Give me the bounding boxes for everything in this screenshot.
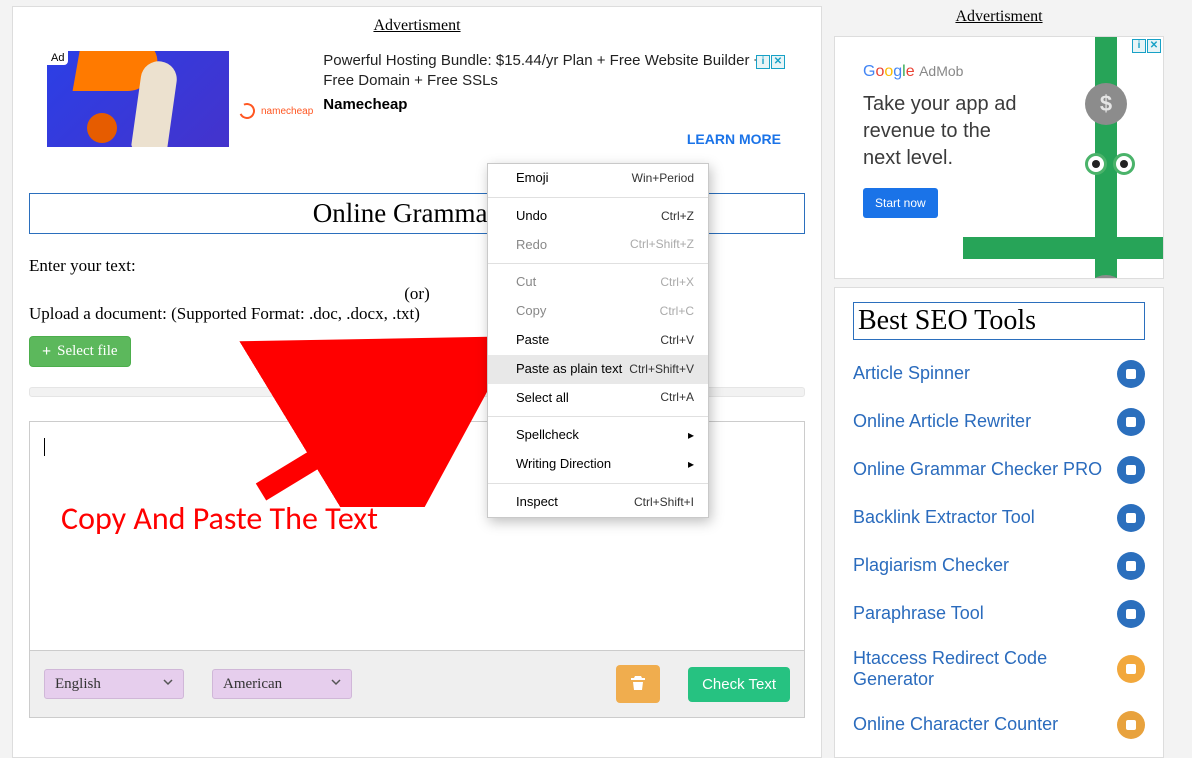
context-menu-item-shortcut: Ctrl+Shift+I [634,493,694,512]
ad-cta[interactable]: Start now [863,188,938,218]
ad-brand: namecheap [239,75,313,147]
context-menu-item-shortcut: Ctrl+Shift+V [629,360,694,379]
context-menu-item[interactable]: Spellcheck ▸ [488,421,708,450]
language-select[interactable]: English [44,669,184,699]
context-menu-separator [488,483,708,484]
trash-icon [630,677,646,694]
tool-link[interactable]: Online Article Rewriter [853,398,1145,446]
context-menu-item[interactable]: Writing Direction ▸ [488,450,708,479]
ad-label: Advertisment [29,17,805,35]
tool-icon [1117,600,1145,628]
tool-link-label: Htaccess Redirect Code Generator [853,648,1117,691]
tool-icon [1117,552,1145,580]
tools-list: Article Spinner Online Article Rewriter On… [853,350,1145,749]
chevron-right-icon: ▸ [688,455,694,474]
sidebar-ad[interactable]: i✕ $ $ Google AdMob Take your app ad rev… [834,36,1164,279]
ad-badge: Ad [47,51,68,65]
top-ad[interactable]: Ad namecheap i✕ Powerful Hosting Bundle:… [29,41,805,159]
plus-icon: + [42,344,51,360]
main-panel: Advertisment Ad namecheap i✕ Powerful Ho… [12,6,822,758]
tool-link-label: Article Spinner [853,363,970,385]
ad-advertiser: Namecheap [323,96,787,113]
tool-link[interactable]: Backlink Extractor Tool [853,494,1145,542]
tools-title: Best SEO Tools [853,302,1145,340]
context-menu-item: Cut Ctrl+X [488,268,708,297]
tool-link-label: Online Grammar Checker PRO [853,459,1102,481]
tool-icon [1117,408,1145,436]
tool-icon [1117,360,1145,388]
check-text-button[interactable]: Check Text [688,667,790,702]
context-menu-item-label: Inspect [516,492,558,513]
text-caret [44,438,45,456]
tool-link-label: Paraphrase Tool [853,603,984,625]
context-menu-item-label: Writing Direction [516,454,611,475]
context-menu-item-shortcut: Ctrl+Shift+Z [630,235,694,254]
ad-copy: Take your app ad revenue to the next lev… [863,91,1027,172]
context-menu-item: Redo Ctrl+Shift+Z [488,231,708,260]
context-menu-item-label: Emoji [516,168,549,189]
context-menu-item-shortcut: Ctrl+V [660,331,694,350]
ad-label: Advertisment [834,8,1164,26]
editor-footer: English American Check Text [29,651,805,718]
tool-link[interactable]: Plagiarism Checker [853,542,1145,590]
tool-link-label: Plagiarism Checker [853,555,1009,577]
context-menu-item-shortcut: Ctrl+C [660,302,694,321]
ad-cta[interactable]: LEARN MORE [687,131,781,147]
chevron-right-icon: ▸ [688,426,694,445]
adchoices-icon[interactable]: i✕ [756,55,785,69]
context-menu-item[interactable]: Paste as plain text Ctrl+Shift+V [488,355,708,384]
tool-icon [1117,456,1145,484]
context-menu[interactable]: Emoji Win+Period Undo Ctrl+Z Redo Ctrl+Shift+… [487,163,709,518]
tool-link[interactable]: Paraphrase Tool [853,590,1145,638]
google-admob-logo: Google AdMob [863,63,963,80]
context-menu-item-shortcut: Ctrl+X [660,273,694,292]
annotation-text: Copy And Paste The Text [61,499,378,538]
tool-link[interactable]: Article Spinner [853,350,1145,398]
context-menu-separator [488,197,708,198]
context-menu-item-label: Spellcheck [516,425,579,446]
tool-link[interactable]: Online Character Counter [853,701,1145,749]
context-menu-item-label: Copy [516,301,546,322]
delete-button[interactable] [616,665,660,703]
tool-link-label: Online Article Rewriter [853,411,1031,433]
context-menu-item-label: Redo [516,235,547,256]
ad-thumbnail: Ad [47,51,229,147]
context-menu-item-shortcut: Ctrl+A [660,388,694,407]
tool-link[interactable]: Htaccess Redirect Code Generator [853,638,1145,701]
tool-icon [1117,655,1145,683]
context-menu-item[interactable]: Undo Ctrl+Z [488,202,708,231]
context-menu-item-label: Cut [516,272,536,293]
tool-link-label: Online Character Counter [853,714,1058,736]
context-menu-separator [488,416,708,417]
sidebar: Advertisment i✕ $ $ Google AdMob Take yo… [834,6,1164,758]
context-menu-item: Copy Ctrl+C [488,297,708,326]
context-menu-item[interactable]: Inspect Ctrl+Shift+I [488,488,708,517]
tool-icon [1117,711,1145,739]
tool-link-label: Backlink Extractor Tool [853,507,1035,529]
context-menu-item-label: Paste [516,330,549,351]
context-menu-item-label: Select all [516,388,569,409]
tools-panel: Best SEO Tools Article Spinner Online Art… [834,287,1164,758]
tool-icon [1117,504,1145,532]
select-file-button[interactable]: + Select file [29,336,131,367]
context-menu-item-label: Undo [516,206,547,227]
tool-link[interactable]: Online Grammar Checker PRO [853,446,1145,494]
ad-headline: Powerful Hosting Bundle: $15.44/yr Plan … [323,51,787,92]
context-menu-item[interactable]: Select all Ctrl+A [488,384,708,413]
context-menu-item[interactable]: Paste Ctrl+V [488,326,708,355]
context-menu-item-label: Paste as plain text [516,359,622,380]
context-menu-item[interactable]: Emoji Win+Period [488,164,708,193]
variant-select[interactable]: American [212,669,352,699]
context-menu-item-shortcut: Win+Period [632,169,694,188]
namecheap-icon [237,101,258,122]
context-menu-item-shortcut: Ctrl+Z [661,207,694,226]
context-menu-separator [488,263,708,264]
